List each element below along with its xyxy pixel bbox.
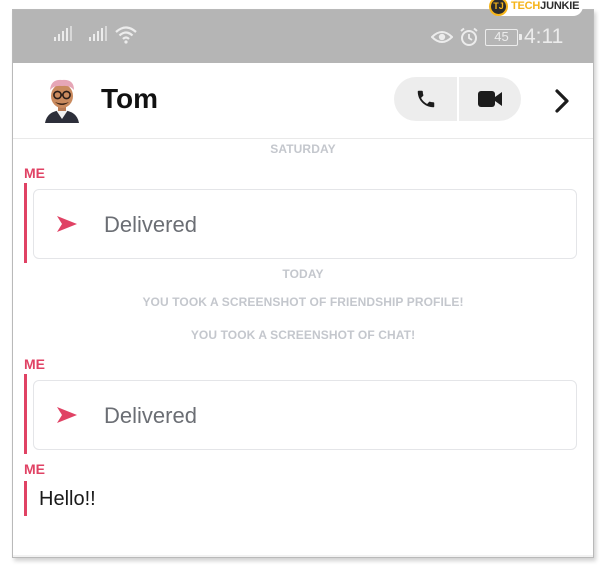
watermark: TJ TECHJUNKIE: [489, 0, 584, 16]
delivery-status: Delivered: [104, 212, 197, 237]
delivered-message[interactable]: Delivered: [33, 189, 577, 259]
battery-icon: 45: [485, 29, 522, 46]
status-time: 4:11: [524, 25, 564, 48]
sender-label: ME: [24, 461, 45, 477]
alarm-icon: [460, 27, 478, 46]
message-accent-bar: [24, 374, 27, 454]
send-arrow-icon: [57, 216, 77, 232]
date-separator: TODAY: [282, 267, 324, 281]
signal-icon: [54, 26, 72, 41]
contact-name[interactable]: Tom: [101, 83, 158, 115]
avatar[interactable]: [41, 77, 83, 123]
wifi-icon: [115, 26, 137, 44]
delivered-message[interactable]: Delivered: [33, 380, 577, 450]
techjunkie-logo-icon: TJ: [489, 0, 508, 16]
message-accent-bar: [24, 183, 27, 263]
status-bar: 45 4:11: [13, 10, 593, 63]
divider: [13, 555, 593, 557]
chat-message-text[interactable]: Hello!!: [39, 488, 96, 511]
eye-icon: [431, 31, 453, 43]
chat-header: Tom: [13, 63, 593, 139]
delivery-status: Delivered: [104, 403, 197, 428]
sender-label: ME: [24, 356, 45, 372]
send-arrow-icon: [57, 407, 77, 423]
signal-icon: [89, 26, 107, 41]
date-separator: SATURDAY: [270, 142, 336, 156]
screenshot-notice: YOU TOOK A SCREENSHOT OF FRIENDSHIP PROF…: [142, 295, 464, 309]
app-window: 45 4:11 Tom SATURDAY ME Delivered TODAY …: [12, 9, 594, 558]
video-call-button[interactable]: [459, 77, 521, 121]
sender-label: ME: [24, 165, 45, 181]
voice-call-button[interactable]: [394, 77, 457, 121]
video-camera-icon: [478, 91, 502, 107]
screenshot-notice: YOU TOOK A SCREENSHOT OF CHAT!: [190, 328, 416, 342]
chevron-right-icon[interactable]: [554, 89, 570, 113]
watermark-text: TECHJUNKIE: [511, 0, 580, 12]
call-actions: [394, 77, 521, 121]
message-accent-bar: [24, 481, 27, 516]
phone-icon: [417, 90, 434, 108]
